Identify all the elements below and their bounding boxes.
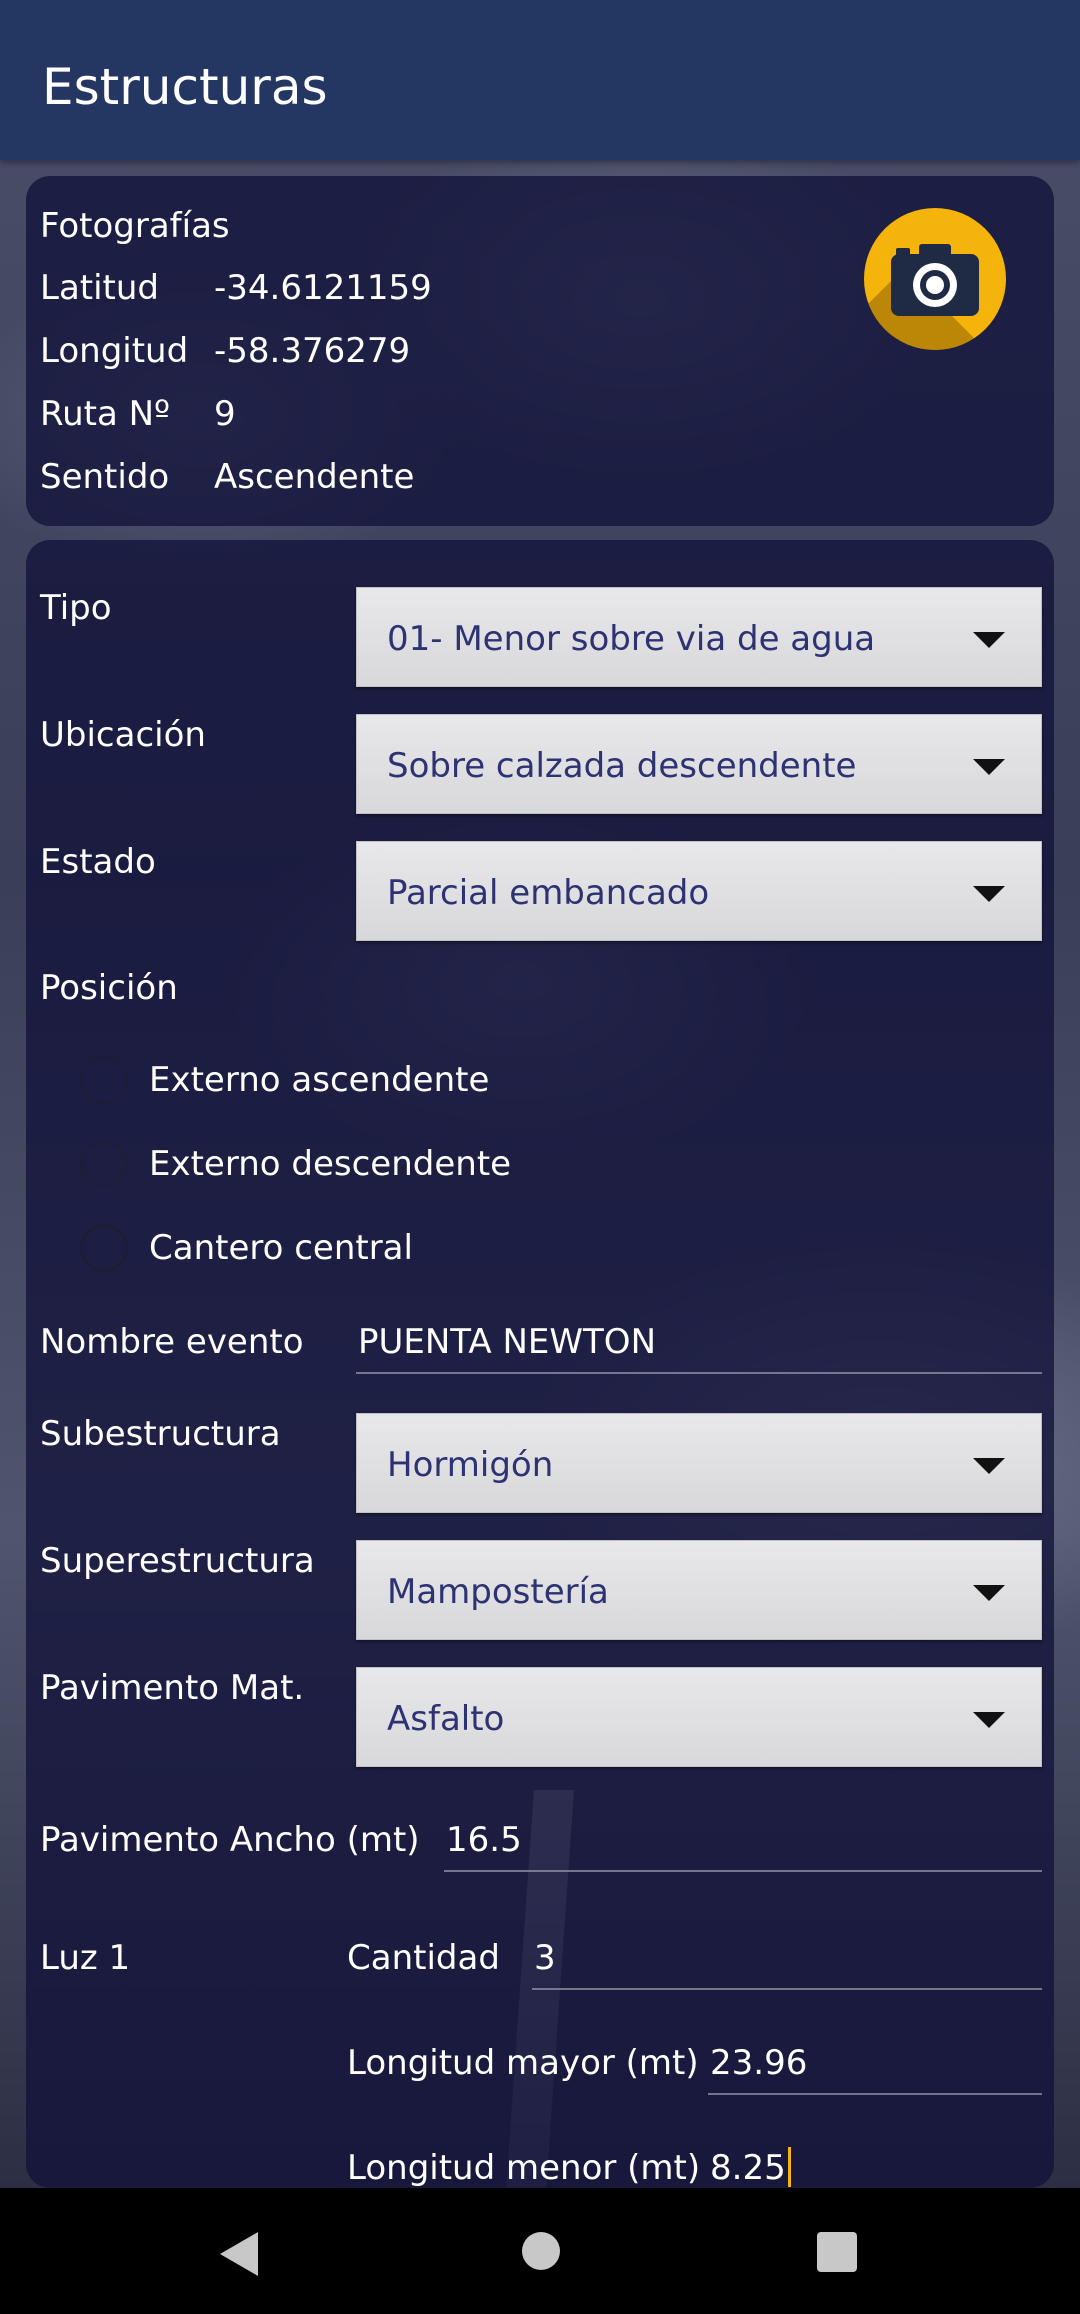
longitud-menor-content: 8.25 — [710, 2147, 791, 2188]
estado-selected-value: Parcial embancado — [387, 873, 710, 913]
subestructura-selected-value: Hormigón — [387, 1445, 554, 1485]
radio-label-externo-descendente: Externo descendente — [149, 1144, 512, 1184]
radio-label-cantero-central: Cantero central — [149, 1228, 413, 1268]
pavimento-ancho-label: Pavimento Ancho (mt) — [40, 1820, 420, 1860]
nombre-evento-label: Nombre evento — [40, 1322, 304, 1362]
longitud-mayor-input[interactable]: 23.96 — [708, 2033, 1042, 2095]
direction-label: Sentido — [40, 457, 170, 497]
pavimento-ancho-value: 16.5 — [446, 1820, 522, 1860]
pavimento-mat-label: Pavimento Mat. — [40, 1668, 305, 1708]
pavimento-mat-dropdown[interactable]: Asfalto — [356, 1667, 1042, 1767]
radio-externo-ascendente[interactable] — [80, 1056, 128, 1104]
superestructura-dropdown[interactable]: Mampostería — [356, 1540, 1042, 1640]
home-icon[interactable] — [522, 2232, 560, 2270]
route-label: Ruta Nº — [40, 394, 171, 434]
subestructura-dropdown[interactable]: Hormigón — [356, 1413, 1042, 1513]
nombre-evento-value: PUENTA NEWTON — [358, 1322, 656, 1362]
superestructura-label: Superestructura — [40, 1541, 315, 1581]
pavimento-ancho-input[interactable]: 16.5 — [444, 1810, 1042, 1872]
radio-label-externo-ascendente: Externo ascendente — [149, 1060, 490, 1100]
subestructura-label: Subestructura — [40, 1414, 281, 1454]
radio-externo-descendente[interactable] — [80, 1140, 128, 1188]
tipo-selected-value: 01- Menor sobre via de agua — [387, 619, 876, 659]
luz-1-label: Luz 1 — [40, 1938, 131, 1978]
posicion-label: Posición — [40, 968, 178, 1008]
ubicacion-dropdown[interactable]: Sobre calzada descendente — [356, 714, 1042, 814]
chevron-down-icon — [973, 886, 1005, 902]
ubicacion-selected-value: Sobre calzada descendente — [387, 746, 857, 786]
recents-icon[interactable] — [817, 2232, 857, 2272]
back-icon[interactable] — [220, 2232, 258, 2276]
latitude-label: Latitud — [40, 268, 160, 308]
direction-value: Ascendente — [214, 457, 415, 497]
longitud-mayor-value: 23.96 — [710, 2043, 808, 2083]
radio-cantero-central[interactable] — [80, 1224, 128, 1272]
app-bar: Estructuras — [0, 0, 1080, 160]
longitud-menor-label: Longitud menor (mt) — [347, 2148, 701, 2188]
nombre-evento-input[interactable]: PUENTA NEWTON — [356, 1312, 1042, 1374]
cantidad-value: 3 — [534, 1938, 556, 1978]
ubicacion-label: Ubicación — [40, 715, 206, 755]
chevron-down-icon — [973, 1712, 1005, 1728]
chevron-down-icon — [973, 1458, 1005, 1474]
latitude-value: -34.6121159 — [214, 268, 432, 308]
pavimento-mat-selected-value: Asfalto — [387, 1699, 505, 1739]
camera-icon — [891, 244, 979, 316]
take-photo-button[interactable] — [864, 208, 1006, 350]
cantidad-input[interactable]: 3 — [532, 1928, 1042, 1990]
cantidad-label: Cantidad — [347, 1938, 500, 1978]
tipo-dropdown[interactable]: 01- Menor sobre via de agua — [356, 587, 1042, 687]
chevron-down-icon — [973, 632, 1005, 648]
route-value: 9 — [214, 394, 236, 434]
estado-label: Estado — [40, 842, 156, 882]
longitude-label: Longitud — [40, 331, 189, 371]
page-title: Estructuras — [42, 58, 328, 116]
text-cursor — [787, 2147, 791, 2187]
tipo-label: Tipo — [40, 588, 112, 628]
longitude-value: -58.376279 — [214, 331, 411, 371]
estado-dropdown[interactable]: Parcial embancado — [356, 841, 1042, 941]
longitud-mayor-label: Longitud mayor (mt) — [347, 2043, 699, 2083]
chevron-down-icon — [973, 1585, 1005, 1601]
superestructura-selected-value: Mampostería — [387, 1572, 609, 1612]
longitud-menor-value: 8.25 — [710, 2148, 786, 2188]
photos-label: Fotografías — [40, 206, 230, 246]
chevron-down-icon — [973, 759, 1005, 775]
